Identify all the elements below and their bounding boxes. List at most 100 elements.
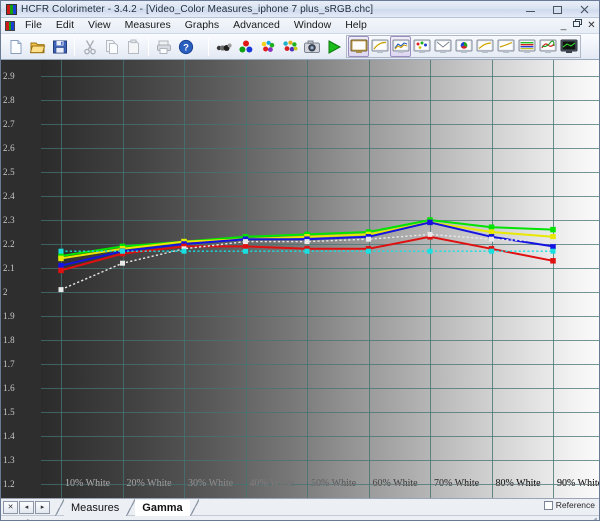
next-tab-button[interactable]: ▸	[35, 501, 50, 514]
chart-y-tick-label: 2.7	[3, 119, 15, 129]
chart-marker-yellow	[489, 229, 495, 235]
chart-marker-red	[58, 268, 64, 274]
tab-slant-right	[190, 499, 199, 516]
close-tab-button[interactable]: ✕	[3, 501, 18, 514]
chart-marker-green	[489, 224, 495, 230]
chart-marker-red	[243, 244, 249, 250]
menu-advanced[interactable]: Advanced	[226, 18, 287, 33]
status-bar: Ready	[1, 515, 599, 521]
chart-plot-area[interactable]: 10% White20% White30% White40% White50% …	[41, 60, 600, 498]
hcfr-logo-icon	[6, 4, 17, 15]
graph-satur-shift-button[interactable]	[516, 36, 537, 57]
chart-y-tick-label: 2.4	[3, 191, 15, 201]
chart-marker-luma	[366, 237, 371, 242]
graph-color-temp-button[interactable]	[453, 36, 474, 57]
chart-y-tick-label: 1.4	[3, 431, 15, 441]
run-measures-button[interactable]	[323, 36, 344, 57]
menu-bar: File Edit View Measures Graphs Advanced …	[1, 18, 599, 34]
open-folder-button[interactable]	[27, 36, 48, 57]
chart-y-tick-label: 1.5	[3, 407, 15, 417]
chart-marker-reference	[305, 249, 310, 254]
chart-y-tick-label: 2.1	[3, 263, 15, 273]
window-controls	[517, 1, 598, 18]
tab-slant-mid	[126, 499, 135, 516]
chart-marker-yellow	[58, 256, 64, 262]
chart-y-tick-label: 1.3	[3, 455, 15, 465]
toolbar-edit-group	[79, 36, 144, 57]
graph-gamma-curve-button[interactable]	[369, 36, 390, 57]
saturation-measure-button[interactable]	[257, 36, 278, 57]
chart-y-tick-label: 2.3	[3, 215, 15, 225]
svg-text:?: ?	[183, 42, 189, 53]
graph-luminance-button[interactable]	[348, 36, 369, 57]
reference-label: Reference	[556, 500, 595, 510]
copy-button[interactable]	[101, 36, 122, 57]
tab-slant-left	[55, 499, 64, 516]
reference-checkbox-group[interactable]: Reference	[544, 500, 595, 510]
chart-y-tick-label: 2.5	[3, 167, 15, 177]
chart-marker-reference	[243, 249, 248, 254]
graph-near-white-button[interactable]	[495, 36, 516, 57]
chart-marker-luma	[428, 232, 433, 237]
toolbar-file-group	[5, 36, 70, 57]
graph-gamma-button[interactable]	[390, 36, 411, 57]
chart-marker-reference	[489, 249, 494, 254]
menu-help[interactable]: Help	[338, 18, 374, 33]
mdi-restore-button[interactable]	[572, 19, 583, 32]
menu-edit[interactable]: Edit	[49, 18, 81, 33]
toolbar-measure-group	[213, 36, 344, 57]
full-measure-button[interactable]	[279, 36, 300, 57]
chart-marker-reference	[59, 249, 64, 254]
reference-checkbox[interactable]	[544, 501, 553, 510]
minimize-button[interactable]	[517, 2, 544, 17]
menu-view[interactable]: View	[81, 18, 118, 33]
application-window: HCFR Colorimeter - 3.4.2 - [Video_Color …	[0, 0, 600, 521]
window-title: HCFR Colorimeter - 3.4.2 - [Video_Color …	[21, 4, 373, 15]
chart-marker-luma	[59, 287, 64, 292]
paste-button[interactable]	[123, 36, 144, 57]
graph-near-black-button[interactable]	[474, 36, 495, 57]
chart-marker-luma	[489, 237, 494, 242]
graph-3d-view-button[interactable]	[558, 36, 579, 57]
tab-measures[interactable]: Measures	[64, 500, 126, 516]
sheet-tabs: Measures Gamma	[55, 499, 199, 516]
chart-y-axis: 2.92.82.72.62.52.42.32.22.121.91.81.71.6…	[1, 60, 41, 498]
chart-marker-luma	[305, 239, 310, 244]
graph-color-space-button[interactable]	[537, 36, 558, 57]
chart-y-tick-label: 2	[3, 287, 8, 297]
tab-gamma[interactable]: Gamma	[135, 500, 189, 516]
prev-tab-button[interactable]: ◂	[19, 501, 34, 514]
mdi-child-icon[interactable]	[5, 21, 15, 31]
cut-button[interactable]	[79, 36, 100, 57]
chart-marker-red	[550, 258, 556, 264]
graph-rgb-levels-button[interactable]	[432, 36, 453, 57]
chart-y-tick-label: 2.6	[3, 143, 15, 153]
chart-marker-blue	[58, 263, 64, 269]
graph-cie-button[interactable]	[411, 36, 432, 57]
chart-y-tick-label: 1.2	[3, 479, 15, 489]
close-button[interactable]	[571, 2, 598, 17]
mdi-close-button[interactable]: ✕	[586, 20, 597, 32]
chart-y-tick-label: 1.7	[3, 359, 15, 369]
save-button[interactable]	[49, 36, 70, 57]
menu-file[interactable]: File	[18, 18, 49, 33]
grayscale-measure-button[interactable]	[213, 36, 234, 57]
menu-graphs[interactable]: Graphs	[178, 18, 226, 33]
mdi-minimize-button[interactable]: _	[558, 20, 569, 32]
toolbar-separator	[148, 38, 149, 56]
title-bar: HCFR Colorimeter - 3.4.2 - [Video_Color …	[1, 1, 599, 18]
chart-y-tick-label: 1.9	[3, 311, 15, 321]
menu-measures[interactable]: Measures	[118, 18, 178, 33]
gamma-chart[interactable]: 10% White20% White30% White40% White50% …	[1, 60, 600, 498]
toolbar-graph-group	[346, 35, 581, 58]
new-document-button[interactable]	[5, 36, 26, 57]
capture-button[interactable]	[301, 36, 322, 57]
chart-marker-reference	[120, 249, 125, 254]
help-button[interactable]: ?	[175, 36, 196, 57]
resize-grip[interactable]	[583, 518, 597, 521]
menu-window[interactable]: Window	[287, 18, 338, 33]
maximize-button[interactable]	[544, 2, 571, 17]
print-button[interactable]	[153, 36, 174, 57]
chart-marker-reference	[551, 249, 556, 254]
primary-colors-button[interactable]	[235, 36, 256, 57]
